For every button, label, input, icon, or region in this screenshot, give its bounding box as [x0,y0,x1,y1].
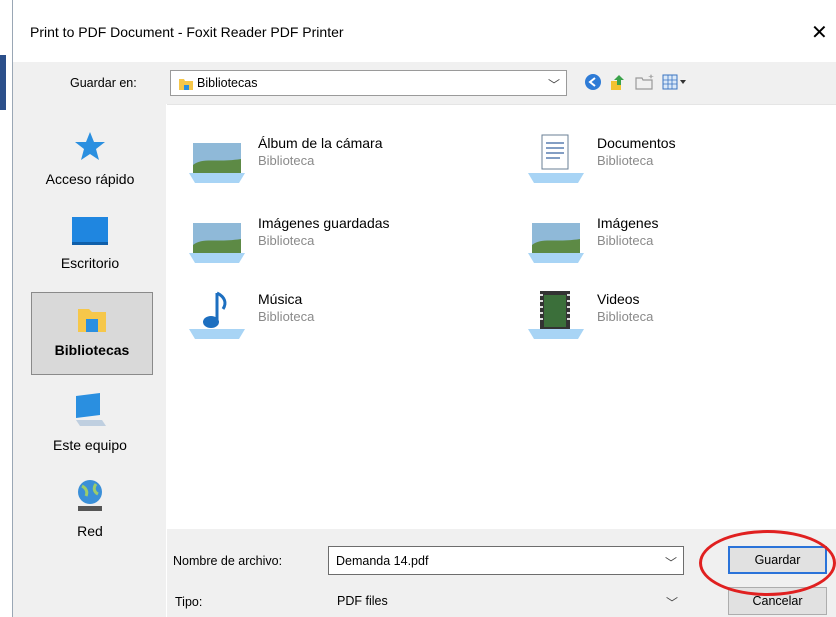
item-name: Imágenes [597,215,659,231]
item-type: Biblioteca [258,233,315,248]
item-name: Música [258,291,303,307]
filename-field[interactable]: Demanda 14.pdf ﹀ [328,546,684,575]
computer-icon [70,393,110,433]
list-item[interactable]: Álbum de la cámara Biblioteca [187,133,487,193]
window-title: Print to PDF Document - Foxit Reader PDF… [30,24,344,40]
libraries-icon [75,301,109,338]
item-name: Documentos [597,135,676,151]
item-type: Biblioteca [258,309,315,324]
place-quick-access[interactable]: Acceso rápido [25,130,155,187]
lookin-value: Bibliotecas [197,76,258,90]
new-folder-icon[interactable] [634,73,656,94]
save-dialog: Print to PDF Document - Foxit Reader PDF… [12,0,836,617]
title-bar: Print to PDF Document - Foxit Reader PDF… [13,0,836,62]
filetype-label: Tipo: [175,595,203,609]
place-label: Acceso rápido [45,171,135,187]
filename-label: Nombre de archivo: [173,554,283,568]
place-libraries[interactable]: Bibliotecas [31,292,153,375]
lookin-combo[interactable]: Bibliotecas ﹀ [170,70,567,96]
filetype-select[interactable]: PDF files ﹀ [328,587,684,616]
view-menu-icon[interactable] [662,74,688,93]
item-type: Biblioteca [597,153,654,168]
filetype-value: PDF files [337,594,388,608]
star-icon [73,132,107,167]
save-button[interactable]: Guardar [728,546,827,574]
background-window-edge [0,0,12,617]
picture-library-icon [187,213,247,273]
filename-value: Demanda 14.pdf [336,554,429,568]
list-item[interactable]: Imágenes guardadas Biblioteca [187,213,487,273]
item-type: Biblioteca [258,153,315,168]
cancel-button[interactable]: Cancelar [728,587,827,615]
documents-library-icon [526,133,586,193]
place-label: Escritorio [60,255,120,271]
place-label: Este equipo [53,437,127,453]
back-arrow-icon[interactable] [584,73,602,94]
place-desktop[interactable]: Escritorio [25,214,155,271]
up-folder-icon[interactable] [608,72,628,95]
picture-library-icon [526,213,586,273]
file-list: Álbum de la cámara Biblioteca Documentos… [167,104,836,530]
chevron-down-icon[interactable]: ﹀ [666,594,678,611]
place-network[interactable]: Red [25,476,155,539]
video-library-icon [526,289,586,349]
place-label: Bibliotecas [54,342,130,358]
item-type: Biblioteca [597,309,654,324]
list-item[interactable]: Videos Biblioteca [526,289,826,349]
item-name: Videos [597,291,640,307]
place-this-pc[interactable]: Este equipo [25,390,155,453]
item-name: Imágenes guardadas [258,215,390,231]
bottom-panel: Nombre de archivo: Demanda 14.pdf ﹀ Tipo… [167,529,836,617]
libraries-icon [178,76,194,94]
background-window-accent [0,55,6,110]
toolbar: Guardar en: Bibliotecas ﹀ [13,62,836,104]
item-name: Álbum de la cámara [258,135,383,151]
lookin-label: Guardar en: [70,76,137,90]
list-item[interactable]: Imágenes Biblioteca [526,213,826,273]
list-item[interactable]: Documentos Biblioteca [526,133,826,193]
place-label: Red [77,523,103,539]
desktop-icon [70,217,110,251]
music-library-icon [187,289,247,349]
chevron-down-icon[interactable]: ﹀ [548,76,560,93]
network-icon [70,480,110,519]
list-item[interactable]: Música Biblioteca [187,289,487,349]
places-bar: Acceso rápido Escritorio Bibliotecas Est… [13,104,166,617]
picture-library-icon [187,133,247,193]
close-icon[interactable]: ✕ [811,20,828,45]
item-type: Biblioteca [597,233,654,248]
chevron-down-icon[interactable]: ﹀ [665,554,677,571]
